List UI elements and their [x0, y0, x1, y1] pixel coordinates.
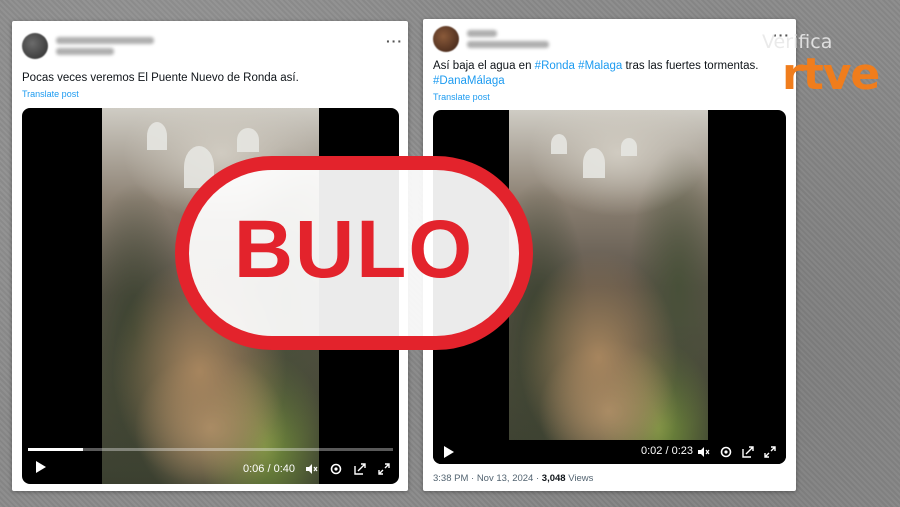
- logo-rtve-text: rtve: [782, 49, 880, 100]
- bulo-stamp: BULO: [174, 155, 534, 351]
- hashtag-ronda[interactable]: #Ronda: [535, 60, 575, 72]
- more-options-icon[interactable]: ···: [386, 33, 403, 49]
- views-count: 3,048: [541, 473, 566, 484]
- volume-icon[interactable]: [696, 445, 710, 459]
- views-label: Views: [565, 473, 594, 484]
- blurred-handle: [56, 48, 114, 55]
- play-button-2[interactable]: [442, 445, 456, 459]
- fullscreen-icon[interactable]: [763, 445, 777, 459]
- video-progress-fill: [28, 448, 83, 451]
- fullscreen-icon[interactable]: [377, 462, 391, 476]
- stamp-text: BULO: [233, 204, 475, 295]
- post-text: Así baja el agua en #Ronda #Malaga tras …: [433, 59, 778, 89]
- post-header-1: [22, 33, 154, 59]
- post-footer: 3:38 PM · Nov 13, 2024 · 3,048 Views: [433, 473, 593, 484]
- video-time: 0:02 / 0:23: [641, 445, 693, 457]
- settings-icon[interactable]: [719, 445, 733, 459]
- post-text-part: Así baja el agua en: [433, 60, 535, 72]
- video-controls-bar: 0:02 / 0:23: [433, 440, 786, 464]
- blurred-username: [56, 37, 154, 44]
- post-text-part: tras las fuertes tormentas.: [622, 60, 759, 72]
- settings-icon[interactable]: [329, 462, 343, 476]
- avatar[interactable]: [22, 33, 48, 59]
- post-datetime[interactable]: 3:38 PM · Nov 13, 2024 ·: [433, 473, 542, 484]
- video-time: 0:06 / 0:40: [243, 463, 295, 475]
- play-button[interactable]: [34, 460, 48, 474]
- video-frame: [509, 110, 708, 464]
- play-icon: [444, 446, 454, 458]
- post-text: Pocas veces veremos El Puente Nuevo de R…: [22, 72, 299, 84]
- verifica-rtve-logo: Verifica rtve: [758, 29, 880, 109]
- hashtag-dana-malaga[interactable]: #DanaMálaga: [433, 75, 505, 87]
- hashtag-malaga[interactable]: #Malaga: [578, 60, 622, 72]
- video-progress-bar[interactable]: [28, 448, 393, 451]
- translate-post-link[interactable]: Translate post: [433, 92, 490, 102]
- play-icon: [36, 461, 46, 473]
- share-icon[interactable]: [741, 445, 755, 459]
- blurred-username: [467, 30, 497, 37]
- volume-icon[interactable]: [304, 462, 318, 476]
- share-icon[interactable]: [353, 462, 367, 476]
- avatar[interactable]: [433, 26, 459, 52]
- blurred-handle: [467, 41, 549, 48]
- translate-post-link[interactable]: Translate post: [22, 89, 79, 99]
- post-header-2: [433, 26, 549, 52]
